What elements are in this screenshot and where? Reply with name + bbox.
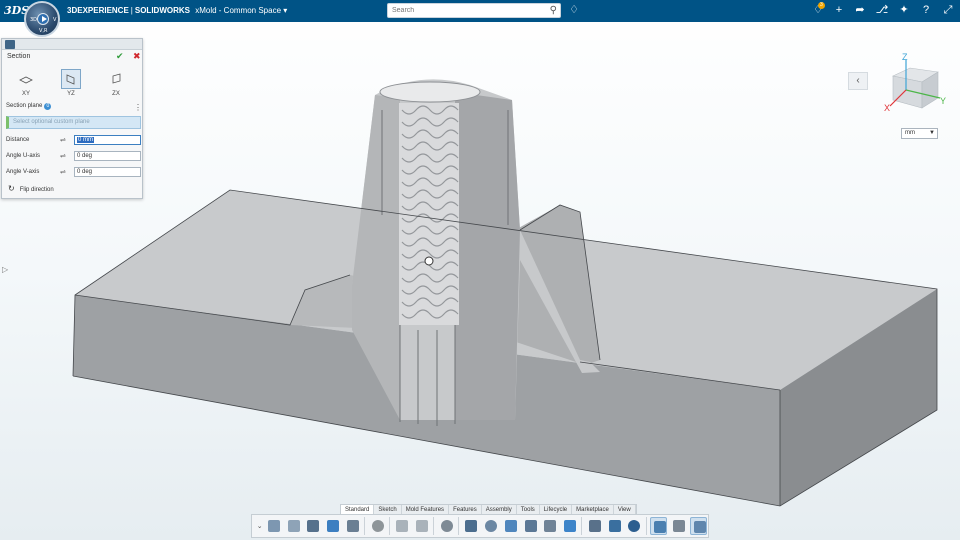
chevron-down-icon[interactable]: ⌄ (256, 522, 263, 530)
expand-side-panel-icon[interactable]: ▷ (2, 265, 8, 274)
info-icon[interactable]: 0 (44, 103, 52, 110)
3d-viewport[interactable]: Z Y X (0, 0, 960, 540)
new-part-icon[interactable] (265, 517, 282, 535)
plane-zx-label: ZX (112, 91, 120, 97)
y-axis-label: Y (940, 96, 946, 106)
section-manipulator-handle (424, 256, 434, 266)
tab-lifecycle[interactable]: Lifecycle (540, 505, 573, 514)
zoom-icon[interactable] (482, 517, 499, 535)
section-plane-label: Section plane 0 (6, 103, 52, 110)
chevron-left-icon: ‹ (856, 75, 860, 86)
plane-yz-icon (66, 74, 75, 85)
collapse-panel-button[interactable]: ‹ (848, 72, 868, 90)
undo-icon[interactable] (393, 517, 410, 535)
redo-icon[interactable] (413, 517, 430, 535)
plane-zx-button[interactable] (106, 69, 126, 89)
cancel-button[interactable]: ✖ (133, 51, 141, 62)
hide-show-icon[interactable] (586, 517, 603, 535)
angle-v-field[interactable]: 0 deg (74, 167, 141, 177)
save-icon[interactable] (304, 517, 321, 535)
mold-part-model[interactable] (72, 79, 938, 507)
rotate-icon[interactable] (522, 517, 539, 535)
more-options-icon[interactable]: ⋮ (134, 103, 142, 112)
plane-xy-label: XY (21, 91, 30, 97)
display-style-icon[interactable] (670, 517, 687, 535)
new-component-icon[interactable] (285, 517, 302, 535)
tab-standard[interactable]: Standard (341, 505, 375, 514)
settings-icon[interactable] (369, 517, 386, 535)
render-icon[interactable] (625, 517, 642, 535)
units-select[interactable]: mm ▼ (901, 128, 938, 139)
tab-view[interactable]: View (614, 505, 636, 514)
distance-field[interactable]: 0 mm (74, 135, 141, 145)
properties-icon[interactable] (344, 517, 361, 535)
rebuild-icon[interactable] (324, 517, 341, 535)
view-cube[interactable]: Z Y X (884, 52, 946, 113)
distance-spinner-icon[interactable]: ⇌ (60, 136, 66, 144)
x-axis-label: X (884, 103, 890, 113)
measure-icon[interactable] (462, 517, 479, 535)
tab-assembly[interactable]: Assembly (482, 505, 517, 514)
angle-v-spinner-icon[interactable]: ⇌ (60, 168, 66, 176)
panel-title: Section (7, 53, 31, 60)
section-tool-icon (5, 40, 15, 49)
flip-icon: ↻ (8, 184, 15, 193)
section-view-icon[interactable] (650, 517, 667, 535)
section-panel: Section ✔ ✖ XY YZ ZX Section plane 0 ⋮ Se… (1, 38, 143, 199)
plane-yz-label: YZ (67, 91, 75, 97)
plane-yz-button[interactable] (61, 69, 81, 89)
plane-xy-icon (19, 76, 33, 84)
ok-button[interactable]: ✔ (116, 51, 124, 62)
tab-features[interactable]: Features (449, 505, 482, 514)
angle-v-label: Angle V-axis (6, 169, 40, 175)
custom-plane-selector[interactable]: Select optional custom plane (6, 116, 141, 129)
tab-sketch[interactable]: Sketch (374, 505, 402, 514)
pan-icon[interactable] (502, 517, 519, 535)
tab-marketplace[interactable]: Marketplace (572, 505, 614, 514)
plane-zx-icon (112, 73, 121, 84)
angle-u-label: Angle U-axis (6, 153, 41, 159)
action-bar-tabs: Standard Sketch Mold Features Features A… (340, 504, 637, 514)
play-icon[interactable] (37, 13, 49, 25)
view-orientation-icon[interactable] (561, 517, 578, 535)
zoom-area-icon[interactable] (541, 517, 558, 535)
panel-header[interactable] (2, 39, 142, 50)
dropdown-arrow-icon: ▼ (929, 130, 935, 136)
shaded-edges-icon[interactable] (689, 517, 707, 535)
distance-label: Distance (6, 137, 30, 143)
appearance-icon[interactable] (606, 517, 623, 535)
z-axis-label: Z (902, 52, 908, 62)
tab-mold-features[interactable]: Mold Features (402, 505, 450, 514)
angle-u-spinner-icon[interactable]: ⇌ (60, 152, 66, 160)
action-bar-tools: ⌄ (251, 514, 709, 538)
help-icon[interactable] (438, 517, 455, 535)
compass-widget[interactable]: 3D V V,R (24, 1, 60, 37)
tab-tools[interactable]: Tools (517, 505, 540, 514)
plane-xy-button[interactable] (16, 69, 36, 89)
angle-u-field[interactable]: 0 deg (74, 151, 141, 161)
flip-direction-button[interactable]: ↻ Flip direction (8, 184, 54, 193)
